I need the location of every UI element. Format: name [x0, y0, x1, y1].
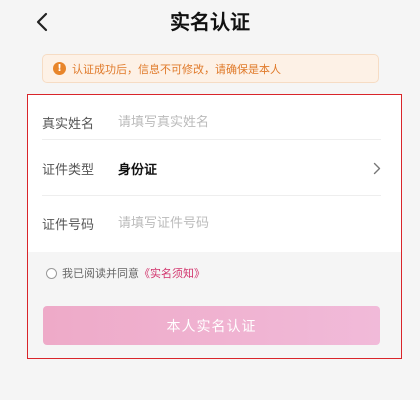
notice-banner: ! 认证成功后，信息不可修改，请确保是本人 — [42, 54, 379, 83]
info-icon: ! — [53, 62, 66, 75]
form-row-id-type[interactable]: 证件类型 身份证 — [42, 141, 387, 195]
chevron-right-icon — [371, 161, 383, 175]
id-type-label: 证件类型 — [42, 162, 95, 178]
divider — [42, 139, 381, 140]
verification-form: 真实姓名 证件类型 身份证 证件号码 我已阅读并同意 《实名须知》 本人实名认证 — [27, 94, 402, 359]
notice-text: 认证成功后，信息不可修改，请确保是本人 — [72, 62, 281, 76]
agreement-text: 我已阅读并同意 — [62, 267, 139, 280]
page-title: 实名认证 — [170, 10, 250, 34]
agreement-row: 我已阅读并同意 《实名须知》 — [46, 263, 205, 283]
submit-verification-button[interactable]: 本人实名认证 — [43, 306, 380, 345]
id-number-input[interactable] — [118, 215, 387, 231]
id-type-value: 身份证 — [118, 162, 158, 178]
id-number-label: 证件号码 — [42, 217, 95, 233]
form-row-id-number: 证件号码 — [42, 196, 387, 250]
name-label: 真实姓名 — [42, 116, 95, 132]
agreement-link[interactable]: 《实名须知》 — [139, 265, 205, 281]
name-input[interactable] — [118, 114, 387, 130]
nav-bar: 实名认证 — [0, 0, 420, 44]
agreement-checkbox[interactable] — [46, 267, 57, 279]
